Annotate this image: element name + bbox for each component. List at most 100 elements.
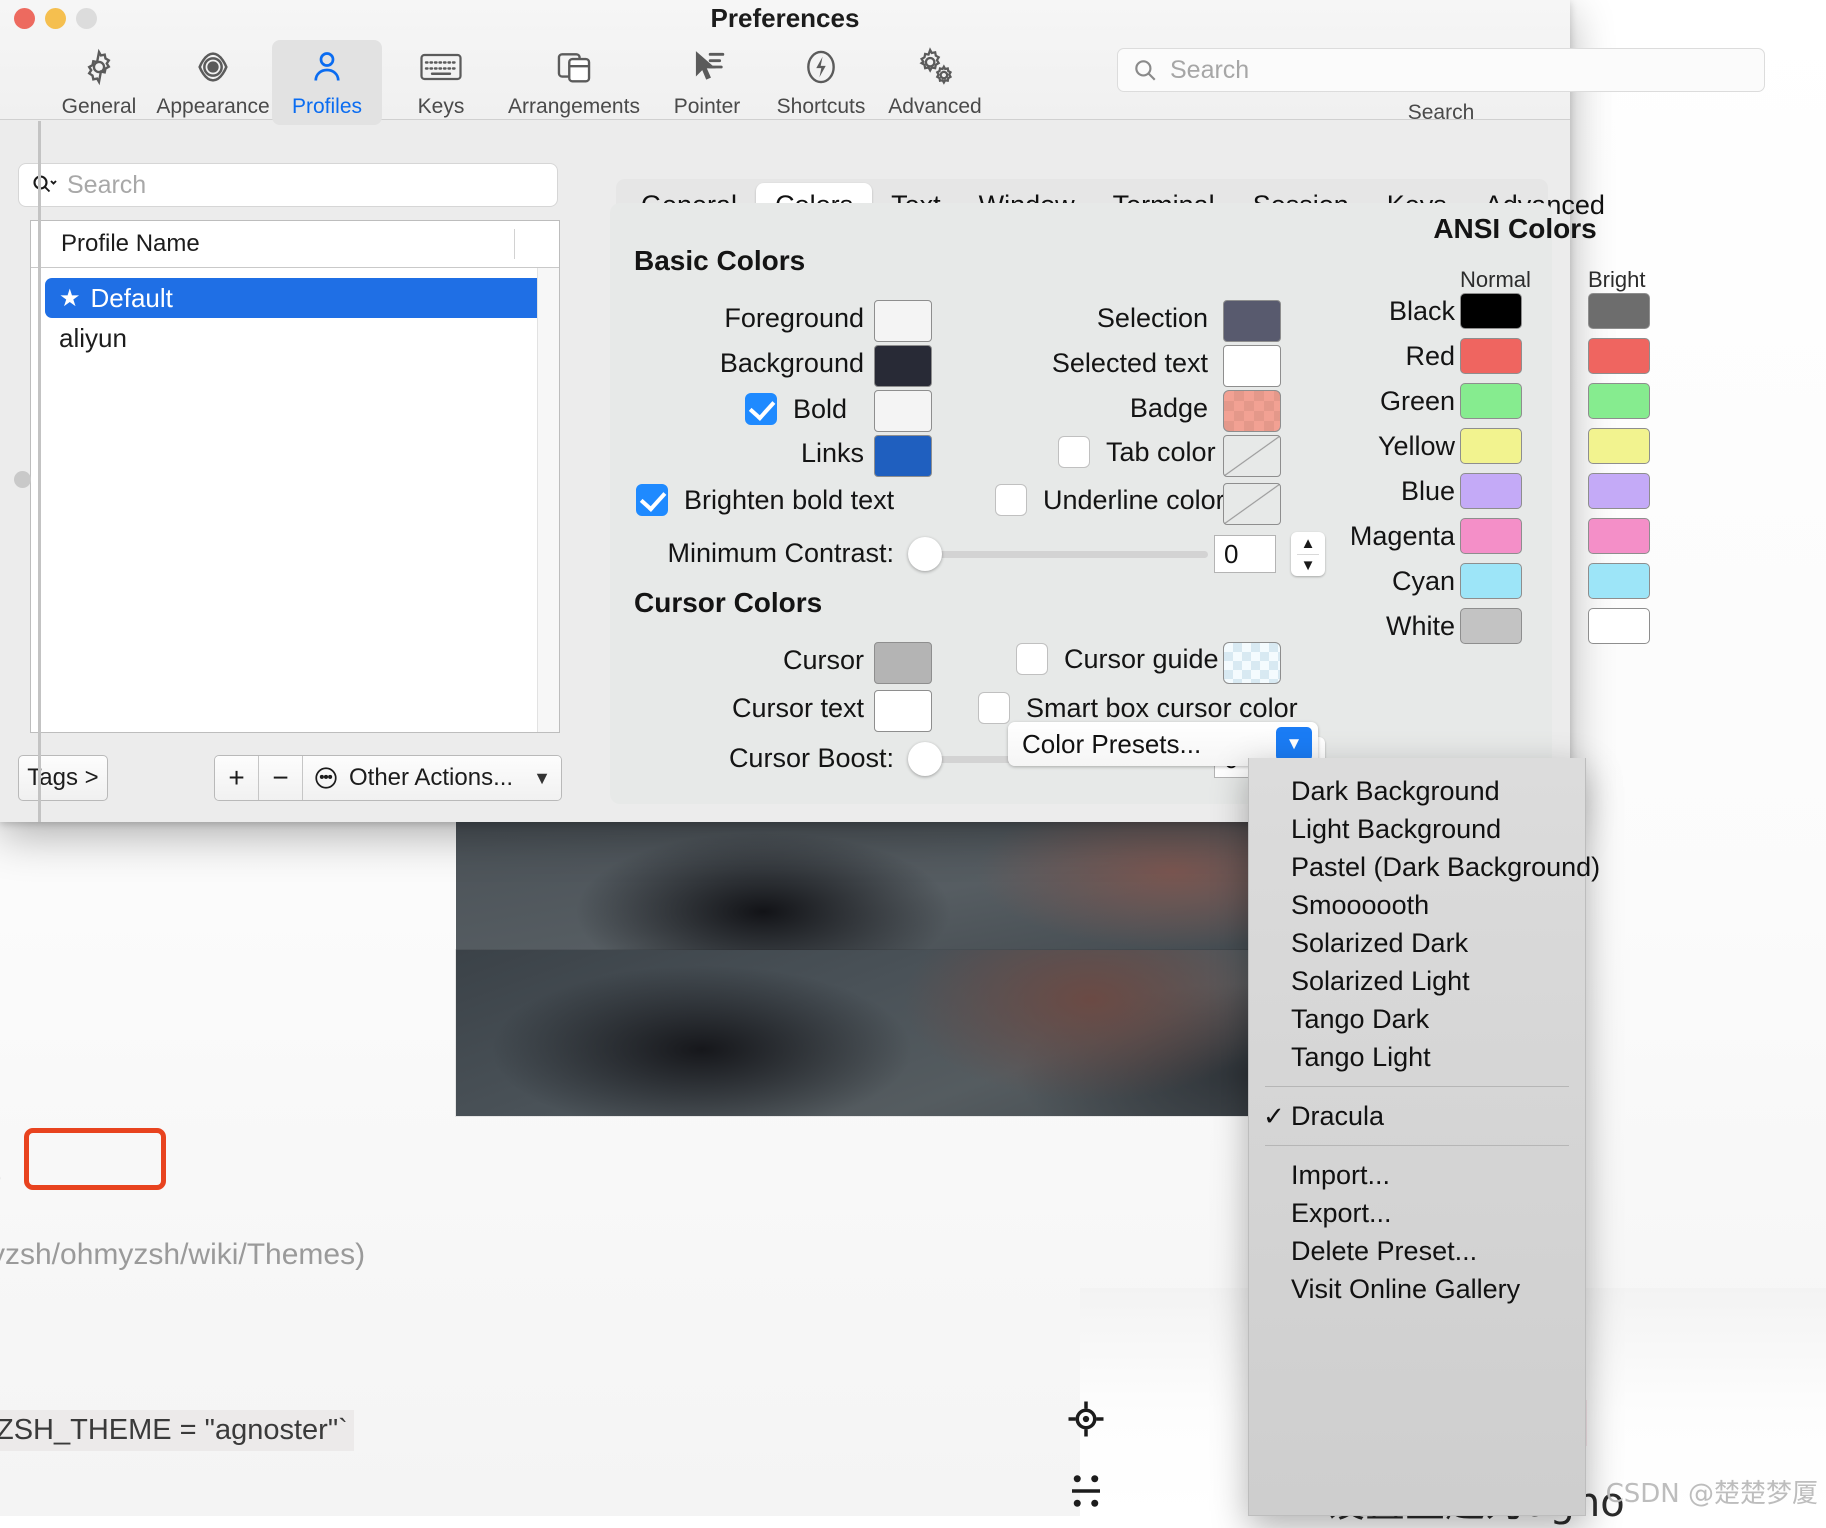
- ansi-cyan-bright-swatch[interactable]: [1588, 563, 1650, 599]
- splitter-line: [38, 121, 41, 822]
- ansi-magenta-normal-swatch[interactable]: [1460, 518, 1522, 554]
- toolbar-item-shortcuts[interactable]: Shortcuts: [766, 40, 876, 125]
- links-swatch[interactable]: [874, 435, 932, 477]
- add-profile-button[interactable]: +: [215, 756, 259, 800]
- menu-item-export[interactable]: Export...: [1249, 1194, 1585, 1232]
- splitter-grip[interactable]: [14, 471, 31, 488]
- foreground-swatch[interactable]: [874, 300, 932, 342]
- menu-item-delete-preset[interactable]: Delete Preset...: [1249, 1232, 1585, 1270]
- profile-row-aliyun[interactable]: aliyun: [45, 318, 545, 358]
- windows-icon: [554, 47, 594, 87]
- chevron-down-icon: ▼: [1276, 727, 1312, 761]
- bg-text-code: ZSH_THEME = "agnoster"`: [0, 1410, 354, 1451]
- underline-color-checkbox[interactable]: [995, 484, 1027, 516]
- basic-colors-title: Basic Colors: [634, 245, 805, 277]
- cursor-text-label: Cursor text: [732, 693, 864, 724]
- menu-item-tango-light[interactable]: Tango Light: [1249, 1038, 1585, 1076]
- profile-row-label: Default: [91, 283, 173, 314]
- ansi-row-green: Green: [1350, 383, 1680, 428]
- ansi-red-bright-swatch[interactable]: [1588, 338, 1650, 374]
- smart-box-cursor-checkbox[interactable]: [978, 692, 1010, 724]
- ansi-black-normal-swatch[interactable]: [1460, 293, 1522, 329]
- toolbar-label: Advanced: [888, 95, 981, 119]
- menu-item-tango-dark[interactable]: Tango Dark: [1249, 1000, 1585, 1038]
- menu-item-solarized-dark[interactable]: Solarized Dark: [1249, 924, 1585, 962]
- cursor-guide-label: Cursor guide: [1064, 644, 1219, 675]
- colors-panel: Basic Colors Foreground Background Bold …: [610, 203, 1552, 804]
- profile-row-default[interactable]: ★ Default: [45, 278, 545, 318]
- cursor-swatch[interactable]: [874, 642, 932, 684]
- selected-text-label: Selected text: [1052, 348, 1208, 379]
- toolbar-item-pointer[interactable]: Pointer: [652, 40, 762, 125]
- bold-swatch[interactable]: [874, 390, 932, 432]
- underline-color-swatch[interactable]: [1223, 483, 1281, 525]
- profile-settings-content: General Colors Text Window Terminal Sess…: [588, 121, 1570, 822]
- bold-checkbox[interactable]: [745, 393, 777, 425]
- slider-knob[interactable]: [908, 537, 942, 571]
- ansi-white-normal-swatch[interactable]: [1460, 608, 1522, 644]
- menu-item-visit-online-gallery[interactable]: Visit Online Gallery: [1249, 1270, 1585, 1308]
- menu-item-solarized-light[interactable]: Solarized Light: [1249, 962, 1585, 1000]
- ansi-black-bright-swatch[interactable]: [1588, 293, 1650, 329]
- toolbar-item-arrangements[interactable]: Arrangements: [500, 40, 648, 125]
- toolbar-item-advanced[interactable]: Advanced: [880, 40, 990, 125]
- stepper-down[interactable]: ▼: [1301, 555, 1316, 576]
- ansi-yellow-normal-swatch[interactable]: [1460, 428, 1522, 464]
- menu-item-dracula[interactable]: ✓ Dracula: [1249, 1097, 1585, 1135]
- ansi-white-bright-swatch[interactable]: [1588, 608, 1650, 644]
- background-swatch[interactable]: [874, 345, 932, 387]
- minimum-contrast-value[interactable]: 0: [1214, 535, 1276, 573]
- menu-item-pastel-dark-background[interactable]: Pastel (Dark Background): [1249, 848, 1585, 886]
- tab-color-swatch[interactable]: [1223, 435, 1281, 477]
- ansi-row-label: Yellow: [1378, 431, 1455, 462]
- ansi-column-headers: Normal Bright: [1350, 267, 1680, 293]
- toolbar-search-field[interactable]: Search: [1117, 48, 1765, 92]
- toolbar-item-keys[interactable]: Keys: [386, 40, 496, 125]
- window-title: Preferences: [0, 3, 1570, 34]
- toolbar-item-profiles[interactable]: Profiles: [272, 40, 382, 125]
- toolbar-item-general[interactable]: General: [44, 40, 154, 125]
- ansi-blue-bright-swatch[interactable]: [1588, 473, 1650, 509]
- cursor-guide-checkbox[interactable]: [1016, 643, 1048, 675]
- ansi-normal-header: Normal: [1460, 267, 1531, 293]
- profile-search-field[interactable]: Search: [18, 163, 558, 207]
- brighten-bold-row: Brighten bold text: [636, 484, 894, 516]
- ansi-yellow-bright-swatch[interactable]: [1588, 428, 1650, 464]
- profiles-table-body: ★ Default aliyun: [31, 268, 559, 732]
- ansi-magenta-bright-swatch[interactable]: [1588, 518, 1650, 554]
- bold-label: Bold: [793, 394, 847, 425]
- menu-item-smoooooth[interactable]: Smoooooth: [1249, 886, 1585, 924]
- ansi-row-red: Red: [1350, 338, 1680, 383]
- distribute-icon: [1065, 1470, 1107, 1512]
- badge-swatch[interactable]: [1223, 390, 1281, 432]
- ansi-green-normal-swatch[interactable]: [1460, 383, 1522, 419]
- selected-text-swatch[interactable]: [1223, 345, 1281, 387]
- remove-profile-button[interactable]: −: [259, 756, 303, 800]
- slider-knob[interactable]: [908, 742, 942, 776]
- cursor-guide-swatch[interactable]: [1223, 642, 1281, 684]
- ansi-green-bright-swatch[interactable]: [1588, 383, 1650, 419]
- tab-color-checkbox[interactable]: [1058, 436, 1090, 468]
- profiles-action-segmented: + − Other Actions... ▼: [214, 755, 562, 801]
- ansi-cyan-normal-swatch[interactable]: [1460, 563, 1522, 599]
- minimum-contrast-stepper[interactable]: ▲ ▼: [1291, 532, 1325, 576]
- bolt-icon: [802, 47, 840, 87]
- stepper-up[interactable]: ▲: [1301, 533, 1316, 554]
- brighten-bold-checkbox[interactable]: [636, 484, 668, 516]
- ansi-blue-normal-swatch[interactable]: [1460, 473, 1522, 509]
- links-label: Links: [801, 438, 864, 469]
- background-label: Background: [720, 348, 864, 379]
- sidebar-splitter[interactable]: [0, 121, 40, 822]
- other-actions-button[interactable]: Other Actions... ▼: [303, 756, 561, 800]
- profiles-scrollbar[interactable]: [537, 268, 559, 732]
- menu-item-light-background[interactable]: Light Background: [1249, 810, 1585, 848]
- minimum-contrast-slider[interactable]: [908, 537, 1208, 571]
- toolbar-label: Pointer: [674, 95, 741, 119]
- cursor-text-swatch[interactable]: [874, 690, 932, 732]
- toolbar-item-appearance[interactable]: Appearance: [158, 40, 268, 125]
- ansi-red-normal-swatch[interactable]: [1460, 338, 1522, 374]
- selection-swatch[interactable]: [1223, 300, 1281, 342]
- menu-item-import[interactable]: Import...: [1249, 1156, 1585, 1194]
- profile-name-column-header: Profile Name: [31, 230, 200, 258]
- menu-item-dark-background[interactable]: Dark Background: [1249, 772, 1585, 810]
